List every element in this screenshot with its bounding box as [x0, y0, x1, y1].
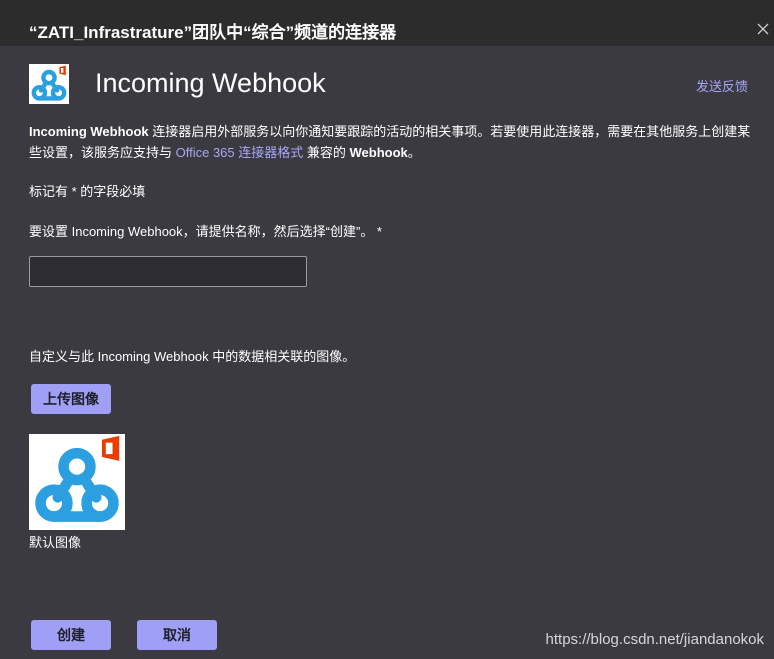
default-image-caption: 默认图像: [29, 535, 82, 550]
description-text-2: 兼容的: [303, 145, 350, 160]
webhook-logo-icon: [29, 64, 69, 104]
watermark-text: https://blog.csdn.net/jiandanokok: [545, 631, 764, 648]
office365-connector-format-link[interactable]: Office 365 连接器格式: [176, 145, 304, 160]
dialog-title: “ZATI_Infrastrature”团队中“综合”频道的连接器: [29, 23, 397, 42]
description-end: 。: [407, 145, 421, 160]
custom-image-label: 自定义与此 Incoming Webhook 中的数据相关联的图像。: [29, 349, 356, 364]
connector-description: Incoming Webhook 连接器启用外部服务以向你通知要跟踪的活动的相关…: [29, 121, 751, 163]
upload-image-button[interactable]: 上传图像: [31, 384, 111, 414]
required-fields-note: 标记有 * 的字段必填: [29, 184, 146, 199]
default-webhook-image: [29, 434, 125, 530]
page-title: Incoming Webhook: [95, 68, 326, 98]
name-field-label: 要设置 Incoming Webhook，请提供名称，然后选择“创建”。 *: [29, 224, 382, 239]
dialog-titlebar: “ZATI_Infrastrature”团队中“综合”频道的连接器: [0, 0, 774, 46]
cancel-button[interactable]: 取消: [137, 620, 217, 650]
description-bold-name: Incoming Webhook: [29, 124, 149, 139]
webhook-name-input[interactable]: [29, 256, 307, 287]
close-icon[interactable]: [754, 20, 772, 38]
description-bold-webhook: Webhook: [349, 145, 408, 160]
feedback-link[interactable]: 发送反馈: [696, 76, 748, 95]
create-button[interactable]: 创建: [31, 620, 111, 650]
